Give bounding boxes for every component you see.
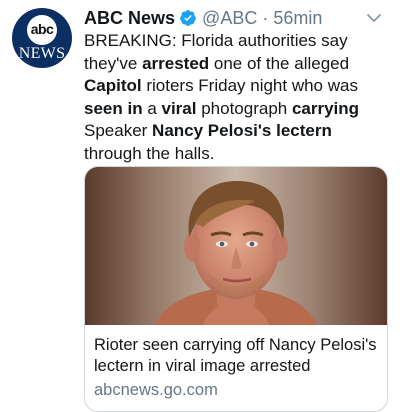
tweet-text-bold-segment: arrested [142,53,210,73]
tweet-text-bold-segment: carrying [291,98,360,118]
card-title[interactable]: Rioter seen carrying off Nancy Pelosi's … [94,335,384,377]
tweet-text: BREAKING: Florida authorities say they'v… [84,30,390,165]
tweet-header: ABC News @ABC · 56min [84,6,386,30]
tweet-text-segment: through the halls. [84,143,215,163]
avatar[interactable]: abc NEWS [12,8,72,68]
tweet-text-segment: rioters Friday night who was [141,76,358,95]
tweet-text-segment: a [142,98,162,118]
author-name[interactable]: ABC News [84,8,175,28]
tweet-text-bold-segment: Capitol [84,76,142,95]
link-card[interactable]: Rioter seen carrying off Nancy Pelosi's … [84,166,388,412]
chevron-down-icon[interactable] [362,6,386,30]
tweet-text-segment: photograph [196,98,292,118]
tweet-text-bold-segment: seen in [84,98,143,118]
tweet-text-segment: one of the alleged [209,53,350,73]
tweet-text-segment: Speaker [84,121,153,140]
mugshot-photo [85,167,387,325]
separator-dot: · [262,8,269,28]
tweet-text-bold-segment: viral [161,98,197,118]
timestamp[interactable]: 56min [273,8,322,28]
author-handle[interactable]: @ABC [202,8,257,28]
tweet-text-bold-segment: Nancy Pelosi's lectern [152,121,332,140]
abc-logo: abc [27,15,57,45]
avatar-news-label: NEWS [18,45,66,62]
card-domain[interactable]: abcnews.go.com [94,380,218,401]
